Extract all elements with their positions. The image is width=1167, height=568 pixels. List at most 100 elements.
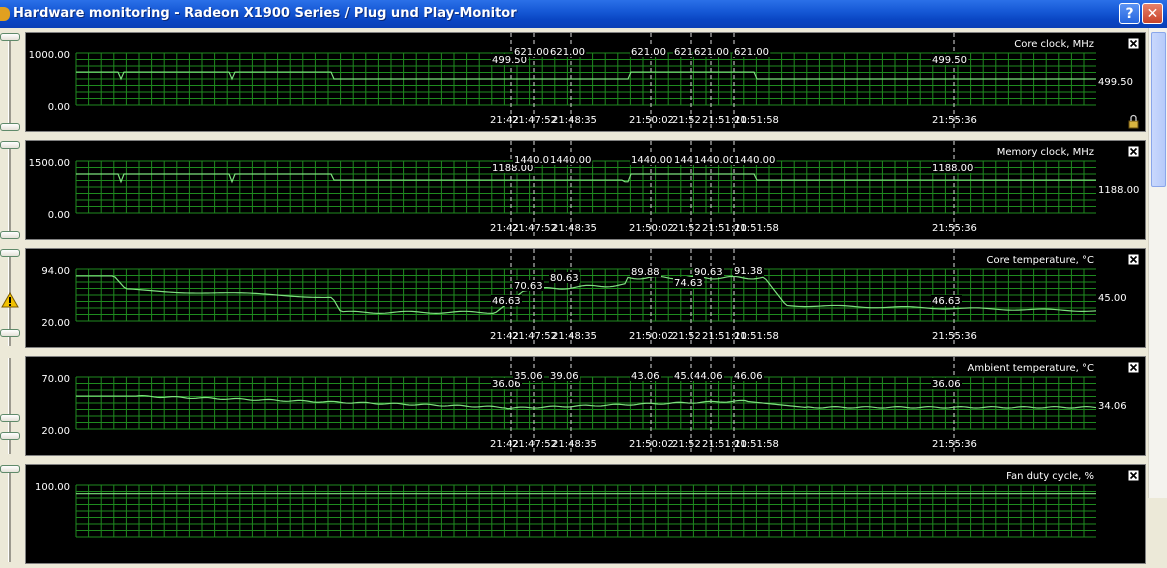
value-label: 74.63 bbox=[674, 278, 703, 289]
time-label: 21:50:02 bbox=[629, 331, 674, 342]
current-value: 45.00 bbox=[1098, 293, 1127, 304]
time-label: 21:50:02 bbox=[629, 439, 674, 450]
time-label: 21:47:52 bbox=[512, 223, 557, 234]
value-label: 46.63 bbox=[932, 296, 961, 307]
time-label: 21:48:35 bbox=[552, 223, 597, 234]
value-label: 621.00 bbox=[694, 47, 729, 58]
value-label: 80.63 bbox=[550, 273, 579, 284]
graph-close-icon[interactable] bbox=[1127, 469, 1140, 482]
graph-area: Ambient temperature, °C 70.00 20.00 34.06 21… bbox=[25, 356, 1146, 456]
graph-panel: Ambient temperature, °C 70.00 20.00 34.06 21… bbox=[0, 354, 1148, 460]
help-button[interactable]: ? bbox=[1119, 3, 1140, 24]
graph-canvas: Fan duty cycle, % 100.00 bbox=[35, 469, 1140, 538]
value-label: 621.00 bbox=[514, 47, 549, 58]
range-slider-min-thumb[interactable] bbox=[0, 123, 20, 131]
time-label: 21:55:36 bbox=[932, 223, 977, 234]
time-label: 21:52 bbox=[672, 115, 701, 126]
y-axis-max-label: 70.00 bbox=[41, 374, 70, 385]
graph-panel: Core clock, MHz 1000.00 0.00 499.50 21:42 21:… bbox=[0, 30, 1148, 136]
range-slider-max-thumb[interactable] bbox=[0, 33, 20, 41]
y-axis-max-label: 1000.00 bbox=[29, 50, 70, 61]
graph-close-icon[interactable] bbox=[1127, 37, 1140, 50]
value-label: 44.06 bbox=[694, 371, 723, 382]
y-axis-max-label: 94.00 bbox=[41, 266, 70, 277]
graph-area: Fan duty cycle, % 100.00 bbox=[25, 464, 1146, 564]
value-label: 89.88 bbox=[631, 267, 660, 278]
value-label: 91.38 bbox=[734, 266, 763, 277]
graph-area: Memory clock, MHz 1500.00 0.00 1188.00 21:42… bbox=[25, 140, 1146, 240]
graph-close-icon[interactable] bbox=[1127, 361, 1140, 374]
y-axis-max-label: 100.00 bbox=[35, 482, 70, 493]
current-value: 1188.00 bbox=[1098, 185, 1139, 196]
window-title: Hardware monitoring - Radeon X1900 Serie… bbox=[13, 6, 517, 21]
range-slider-min-thumb[interactable] bbox=[0, 231, 20, 239]
time-label: 21:48:35 bbox=[552, 439, 597, 450]
y-axis-min-label: 0.00 bbox=[48, 210, 70, 221]
graph-title: Core temperature, °C bbox=[986, 255, 1094, 266]
range-slider-min-thumb[interactable] bbox=[0, 432, 20, 440]
graph-panel: Fan duty cycle, % 100.00 bbox=[0, 462, 1148, 568]
value-label: 1188.00 bbox=[932, 163, 973, 174]
value-label: 90.63 bbox=[694, 267, 723, 278]
graph-title: Core clock, MHz bbox=[1014, 39, 1094, 50]
graph-title: Ambient temperature, °C bbox=[968, 363, 1095, 374]
time-label: 21:50:02 bbox=[629, 115, 674, 126]
time-label: 21:47:52 bbox=[512, 331, 557, 342]
range-slider-max-thumb[interactable] bbox=[0, 414, 20, 422]
time-label: 21:52 bbox=[672, 223, 701, 234]
time-label: 21:51:58 bbox=[734, 331, 779, 342]
graph-area: Core temperature, °C 94.00 20.00 45.00 21:42… bbox=[25, 248, 1146, 348]
time-label: 21:50:02 bbox=[629, 223, 674, 234]
value-label: 1440.00 bbox=[734, 155, 775, 166]
time-label: 21:52 bbox=[672, 439, 701, 450]
value-label: 1440.00 bbox=[694, 155, 735, 166]
value-label: 39.06 bbox=[550, 371, 579, 382]
range-slider-max-thumb[interactable] bbox=[0, 141, 20, 149]
vertical-scrollbar[interactable] bbox=[1148, 28, 1167, 498]
value-label: 621 bbox=[674, 47, 693, 58]
value-label: 36.06 bbox=[932, 379, 961, 390]
graph-title: Memory clock, MHz bbox=[997, 147, 1094, 158]
range-slider-track[interactable] bbox=[8, 142, 11, 238]
value-label: 46.06 bbox=[734, 371, 763, 382]
y-axis-max-label: 1500.00 bbox=[29, 158, 70, 169]
grid bbox=[75, 484, 1096, 538]
value-label: 621.00 bbox=[734, 47, 769, 58]
data-trace bbox=[76, 71, 1096, 81]
time-label: 21:52 bbox=[672, 331, 701, 342]
value-label: 43.06 bbox=[631, 371, 660, 382]
range-slider-max-thumb[interactable] bbox=[0, 249, 20, 257]
graph-title: Fan duty cycle, % bbox=[1006, 471, 1094, 482]
graph-close-icon[interactable] bbox=[1127, 145, 1140, 158]
time-label: 21:55:36 bbox=[932, 331, 977, 342]
range-slider-track[interactable] bbox=[8, 34, 11, 130]
lock-icon[interactable] bbox=[1128, 114, 1139, 129]
y-axis-min-label: 20.00 bbox=[41, 318, 70, 329]
time-label: 21:55:36 bbox=[932, 115, 977, 126]
graph-canvas: Core clock, MHz1000.000.00499.5021:4221:… bbox=[29, 33, 1140, 131]
time-label: 21:51:58 bbox=[734, 223, 779, 234]
time-label: 21:48:35 bbox=[552, 331, 597, 342]
graph-canvas: Core temperature, °C94.0020.0045.0021:42… bbox=[41, 249, 1140, 347]
warning-icon bbox=[1, 292, 19, 308]
graph-canvas: Memory clock, MHz1500.000.001188.0021:42… bbox=[29, 141, 1140, 239]
time-label: 21:51:58 bbox=[734, 439, 779, 450]
y-axis-min-label: 20.00 bbox=[41, 426, 70, 437]
scrollbar-thumb[interactable] bbox=[1151, 32, 1166, 187]
range-slider-track[interactable] bbox=[8, 466, 11, 562]
title-bar: Hardware monitoring - Radeon X1900 Serie… bbox=[0, 0, 1167, 28]
current-value: 34.06 bbox=[1098, 401, 1127, 412]
graph-panel: Memory clock, MHz 1500.00 0.00 1188.00 21:42… bbox=[0, 138, 1148, 244]
value-label: 621.00 bbox=[631, 47, 666, 58]
graph-canvas: Ambient temperature, °C 70.00 20.00 34.06 21… bbox=[41, 357, 1140, 455]
close-button[interactable]: ✕ bbox=[1142, 3, 1163, 24]
y-axis-min-label: 0.00 bbox=[48, 102, 70, 113]
value-label: 499.50 bbox=[932, 55, 967, 66]
current-value: 499.50 bbox=[1098, 77, 1133, 88]
range-slider-min-thumb[interactable] bbox=[0, 465, 20, 473]
graph-close-icon[interactable] bbox=[1127, 253, 1140, 266]
time-label: 21:47:52 bbox=[512, 115, 557, 126]
value-label: 1440.00 bbox=[631, 155, 672, 166]
data-trace bbox=[76, 394, 1097, 410]
range-slider-min-thumb[interactable] bbox=[0, 329, 20, 337]
